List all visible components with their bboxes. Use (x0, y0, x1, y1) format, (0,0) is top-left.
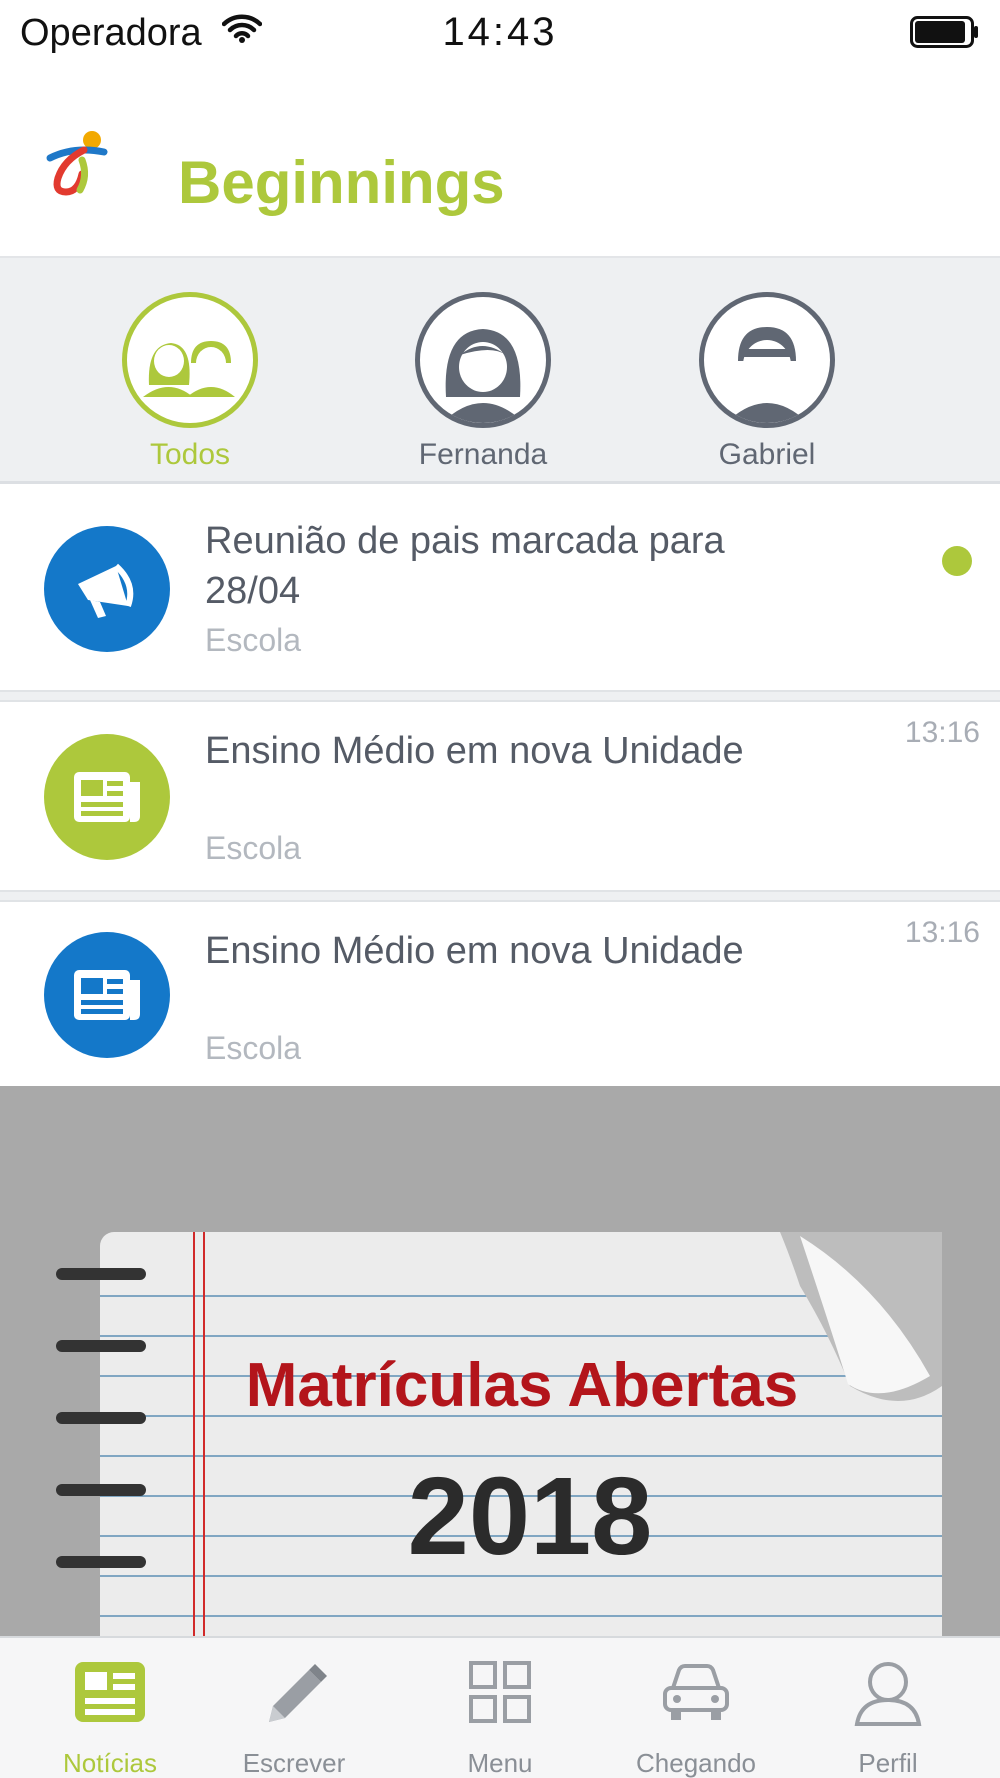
feed-item-ensino-medio-2[interactable]: Ensino Médio em nova Unidade Escola 13:1… (0, 902, 1000, 1086)
feed-item-title: Ensino Médio em nova Unidade (205, 730, 744, 772)
child-label: Todos (149, 438, 231, 471)
tab-label: Perfil (858, 1748, 918, 1778)
child-selector: Todos Fernanda Gabriel (0, 258, 1000, 484)
battery-icon (910, 16, 980, 53)
megaphone-icon (44, 526, 170, 652)
child-gabriel[interactable]: Gabriel (697, 292, 837, 472)
feed-item-time: 13:16 (904, 716, 980, 749)
child-label: Fernanda (418, 438, 548, 471)
tab-label: Chegando (636, 1748, 756, 1778)
feed-item-title: Ensino Médio em nova Unidade (205, 930, 744, 972)
tab-bar: Notícias Escrever Menu Chegando Perfil (0, 1636, 1000, 1778)
tab-escrever[interactable]: Escrever (194, 1638, 394, 1778)
feed-item-title: Reunião de pais marcada para 28/04 (205, 520, 725, 612)
status-bar: Operadora 14:43 (0, 0, 1000, 70)
screen: Operadora 14:43 Beginnings Todos Fernand… (0, 0, 1000, 1778)
tab-chegando[interactable]: Chegando (596, 1638, 796, 1778)
newspaper-icon (44, 734, 170, 860)
app-header: Beginnings (0, 70, 1000, 258)
newspaper-icon (44, 932, 170, 1058)
grid-icon (469, 1661, 531, 1723)
child-fernanda[interactable]: Fernanda (413, 292, 553, 472)
feed-item-source: Escola (205, 622, 302, 658)
feed-item-reuniao[interactable]: Reunião de pais marcada para 28/04 Escol… (0, 484, 1000, 690)
girl-avatar-icon (415, 292, 551, 428)
unread-indicator (942, 546, 972, 576)
child-todos[interactable]: Todos (120, 292, 260, 472)
boy-avatar-icon (699, 292, 835, 428)
car-icon (663, 1664, 729, 1720)
feed-item-time: 13:16 (904, 916, 980, 949)
news-icon (75, 1662, 145, 1722)
enrollment-banner[interactable]: Matrículas Abertas 2018 (0, 1086, 1000, 1636)
tab-label: Notícias (63, 1748, 157, 1778)
feed-item-ensino-medio[interactable]: Ensino Médio em nova Unidade Escola 13:1… (0, 702, 1000, 890)
tab-noticias[interactable]: Notícias (10, 1638, 210, 1778)
feed-item-source: Escola (205, 830, 302, 866)
tab-label: Escrever (242, 1748, 346, 1778)
tab-label: Menu (467, 1748, 533, 1778)
banner-headline: Matrículas Abertas (246, 1351, 798, 1420)
banner-year: 2018 (408, 1455, 653, 1578)
person-icon (854, 1662, 922, 1726)
child-label: Gabriel (718, 438, 816, 471)
tab-perfil[interactable]: Perfil (788, 1638, 988, 1778)
feed-separator (0, 690, 1000, 702)
tab-menu[interactable]: Menu (400, 1638, 600, 1778)
status-time: 14:43 (442, 10, 558, 54)
group-avatar-icon (122, 292, 258, 428)
pencil-icon (269, 1664, 327, 1722)
app-title: Beginnings (178, 149, 505, 216)
beginnings-logo-icon (44, 130, 114, 207)
feed-item-source: Escola (205, 1030, 302, 1066)
feed-separator (0, 890, 1000, 902)
